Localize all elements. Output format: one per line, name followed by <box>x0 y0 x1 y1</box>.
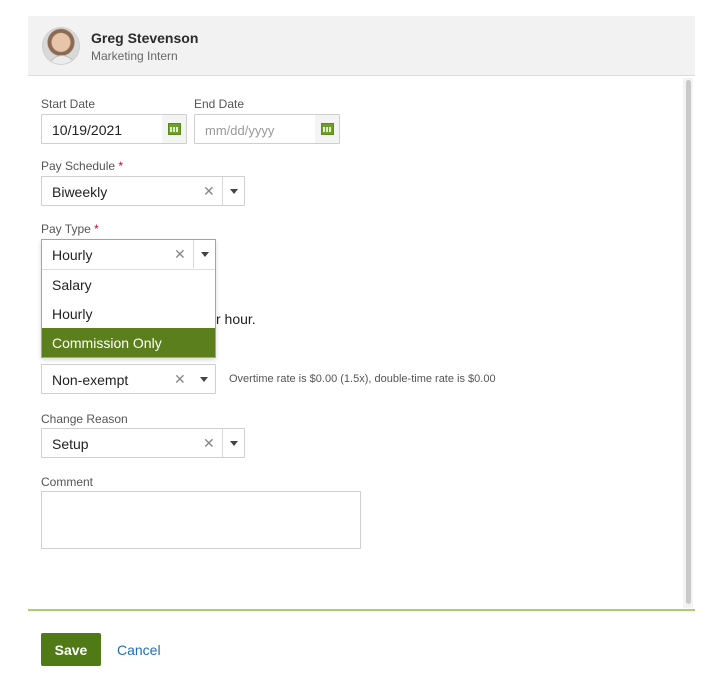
employee-header: Greg Stevenson Marketing Intern <box>28 16 695 76</box>
pay-type-value: Hourly <box>52 247 93 263</box>
pay-schedule-select[interactable]: Biweekly ✕ <box>41 176 245 206</box>
pay-schedule-value: Biweekly <box>52 184 108 200</box>
clear-icon[interactable]: ✕ <box>203 183 215 200</box>
pay-type-selected[interactable]: Hourly ✕ <box>42 240 215 270</box>
chevron-down-icon[interactable] <box>222 177 244 205</box>
rate-suffix-text: r hour. <box>216 311 256 327</box>
change-reason-label: Change Reason <box>41 412 128 426</box>
avatar <box>42 27 80 65</box>
end-date-placeholder: mm/dd/yyyy <box>205 123 275 138</box>
required-marker: * <box>94 222 99 236</box>
comment-label: Comment <box>41 475 94 489</box>
pay-schedule-label-text: Pay Schedule <box>41 159 116 173</box>
end-date-label: End Date <box>194 97 245 111</box>
change-reason-value: Setup <box>52 436 89 452</box>
pay-type-label: Pay Type * <box>41 222 99 236</box>
change-reason-select[interactable]: Setup ✕ <box>41 428 245 458</box>
required-marker: * <box>118 159 124 173</box>
overtime-note: Overtime rate is $0.00 (1.5x), double-ti… <box>229 373 496 385</box>
exemption-select[interactable]: Non-exempt ✕ <box>41 364 216 394</box>
exemption-value: Non-exempt <box>52 372 129 388</box>
chevron-down-icon[interactable] <box>222 429 244 457</box>
save-button[interactable]: Save <box>41 633 101 666</box>
end-date-field[interactable]: mm/dd/yyyy <box>194 114 340 144</box>
pay-type-label-text: Pay Type <box>41 222 91 236</box>
option-hourly[interactable]: Hourly <box>42 299 215 328</box>
clear-icon[interactable]: ✕ <box>174 246 186 263</box>
calendar-icon <box>167 123 181 135</box>
option-commission-only[interactable]: Commission Only <box>42 328 215 357</box>
clear-icon[interactable]: ✕ <box>174 371 186 388</box>
employee-title: Marketing Intern <box>91 49 178 63</box>
scrollbar-thumb[interactable] <box>686 80 691 604</box>
chevron-down-icon[interactable] <box>193 240 215 268</box>
calendar-icon <box>320 123 334 135</box>
chevron-down-icon[interactable] <box>193 365 215 393</box>
start-date-calendar-button[interactable] <box>162 115 186 143</box>
comment-textarea[interactable] <box>41 491 361 549</box>
pay-schedule-label: Pay Schedule * <box>41 159 123 173</box>
pay-type-select-open[interactable]: Hourly ✕ Salary Hourly Commission Only <box>41 239 216 358</box>
employee-name: Greg Stevenson <box>91 30 199 46</box>
cancel-link[interactable]: Cancel <box>117 642 161 658</box>
start-date-field[interactable]: 10/19/2021 <box>41 114 187 144</box>
footer-divider <box>28 609 695 611</box>
clear-icon[interactable]: ✕ <box>203 435 215 452</box>
start-date-label: Start Date <box>41 97 96 111</box>
end-date-calendar-button[interactable] <box>315 115 339 143</box>
start-date-value: 10/19/2021 <box>52 122 123 138</box>
option-salary[interactable]: Salary <box>42 270 215 299</box>
